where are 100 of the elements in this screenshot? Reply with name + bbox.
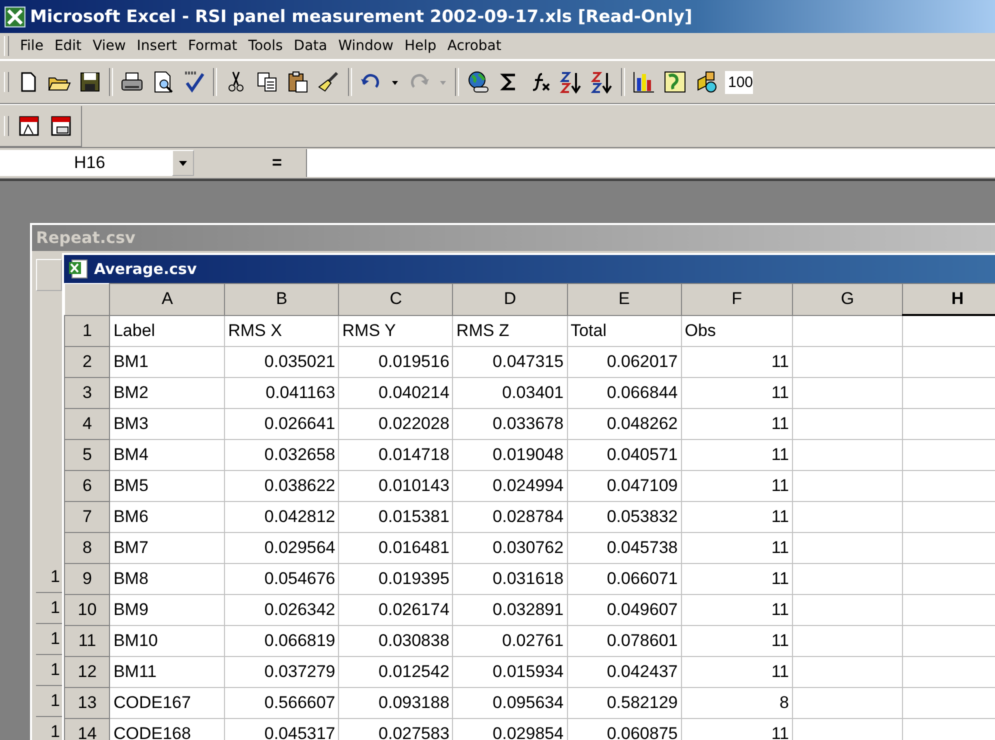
column-header[interactable]: H: [902, 284, 995, 315]
table-cell: 0.582129: [567, 688, 682, 718]
table-cell: 0.566607: [224, 688, 339, 718]
column-header[interactable]: E: [567, 284, 682, 315]
select-all-corner[interactable]: [64, 284, 110, 315]
menu-item[interactable]: Window: [338, 38, 394, 54]
save-icon[interactable]: [78, 70, 102, 94]
row-header[interactable]: 1: [64, 315, 110, 346]
table-cell: 11: [681, 470, 793, 502]
row-header[interactable]: 5: [64, 440, 110, 470]
table-cell: 11: [681, 440, 793, 470]
sort-ascending-icon[interactable]: [559, 70, 583, 94]
column-header[interactable]: F: [681, 284, 793, 315]
name-box[interactable]: H16: [0, 150, 172, 176]
menu-item[interactable]: Data: [294, 38, 328, 54]
table-cell: BM1: [110, 346, 225, 378]
table-cell: 0.054676: [224, 564, 339, 594]
row-header[interactable]: 14: [64, 718, 110, 740]
table-cell: 0.066844: [567, 378, 682, 408]
window-title: Repeat.csv: [36, 228, 136, 247]
table-cell: BM6: [110, 502, 225, 532]
brush-icon[interactable]: [317, 70, 341, 94]
spelling-check-icon[interactable]: [182, 70, 206, 94]
table-cell: 0.019516: [338, 346, 453, 378]
table-cell: Obs: [681, 315, 793, 346]
row-header[interactable]: 2: [64, 346, 110, 378]
table-cell: 11: [681, 626, 793, 656]
table-cell: 0.026174: [338, 594, 453, 626]
table-cell: 0.053832: [567, 502, 682, 532]
spreadsheet-icon: [4, 6, 26, 28]
column-header[interactable]: B: [224, 284, 339, 315]
menu-item[interactable]: Tools: [248, 38, 283, 54]
table-cell: RMS X: [224, 315, 339, 346]
column-header[interactable]: G: [792, 284, 902, 315]
menu-item[interactable]: Acrobat: [447, 38, 502, 54]
row-header[interactable]: 10: [64, 594, 110, 626]
row-header: 1: [50, 660, 60, 679]
table-cell: 0.042437: [567, 656, 682, 688]
row-header[interactable]: 11: [64, 626, 110, 656]
globe-icon[interactable]: [466, 70, 490, 94]
sort-descending-icon[interactable]: [590, 70, 614, 94]
paste-icon[interactable]: [286, 70, 310, 94]
copy-icon[interactable]: [255, 70, 279, 94]
table-cell: 0.095634: [452, 688, 568, 718]
table-cell: 0.032658: [224, 440, 339, 470]
row-header[interactable]: 13: [64, 688, 110, 718]
column-header[interactable]: D: [452, 284, 568, 315]
table-cell: 0.066071: [567, 564, 682, 594]
table-cell: BM2: [110, 378, 225, 408]
menu-item[interactable]: Format: [188, 38, 238, 54]
row-header: 1: [50, 722, 60, 740]
table-cell: CODE167: [110, 688, 225, 718]
menu-item[interactable]: Insert: [136, 38, 177, 54]
table-cell: 0.030762: [452, 532, 568, 564]
table-cell: 0.024994: [452, 470, 568, 502]
row-header: 1: [50, 691, 60, 710]
column-header[interactable]: A: [110, 284, 225, 315]
row-header: 1: [50, 629, 60, 648]
menu-item[interactable]: View: [92, 38, 126, 54]
row-header: 1: [50, 598, 60, 617]
table-cell: 11: [681, 532, 793, 564]
table-cell: 0.038622: [224, 470, 339, 502]
table-cell: 0.03401: [452, 378, 568, 408]
formula-field[interactable]: [306, 149, 995, 177]
table-cell: 0.066819: [224, 626, 339, 656]
row-header[interactable]: 9: [64, 564, 110, 594]
pdf-document-icon[interactable]: [17, 114, 41, 138]
table-cell: Label: [110, 315, 225, 346]
table-cell: 0.031618: [452, 564, 568, 594]
table-cell: 0.047315: [452, 346, 568, 378]
row-header[interactable]: 6: [64, 470, 110, 502]
row-header[interactable]: 7: [64, 502, 110, 532]
row-header[interactable]: 3: [64, 378, 110, 408]
zoom-field[interactable]: 100: [725, 70, 754, 94]
bar-chart-icon[interactable]: [632, 70, 656, 94]
table-cell: 11: [681, 656, 793, 688]
table-cell: BM7: [110, 532, 225, 564]
row-header: 1: [50, 567, 60, 586]
table-cell: 0.014718: [338, 440, 453, 470]
table-cell: 0.041163: [224, 378, 339, 408]
table-cell: 0.010143: [338, 470, 453, 502]
table-cell: 0.048262: [567, 408, 682, 440]
name-box-dropdown-button[interactable]: [172, 150, 194, 176]
menu-item[interactable]: Help: [404, 38, 436, 54]
row-header[interactable]: 4: [64, 408, 110, 440]
table-cell: 0.035021: [224, 346, 339, 378]
caret-icon: [178, 158, 188, 168]
row-header[interactable]: 12: [64, 656, 110, 688]
table-cell: BM9: [110, 594, 225, 626]
table-cell: RMS Z: [452, 315, 568, 346]
menu-item[interactable]: Edit: [54, 38, 82, 54]
table-cell: 0.026342: [224, 594, 339, 626]
menu-item[interactable]: File: [20, 38, 44, 54]
row-header[interactable]: 8: [64, 532, 110, 564]
pdf-form-icon[interactable]: [49, 114, 73, 138]
column-header[interactable]: C: [338, 284, 453, 315]
table-cell: 0.033678: [452, 408, 568, 440]
table-cell: 0.015381: [338, 502, 453, 532]
window-title: Average.csv: [94, 260, 197, 278]
spreadsheet-icon: [68, 259, 88, 279]
